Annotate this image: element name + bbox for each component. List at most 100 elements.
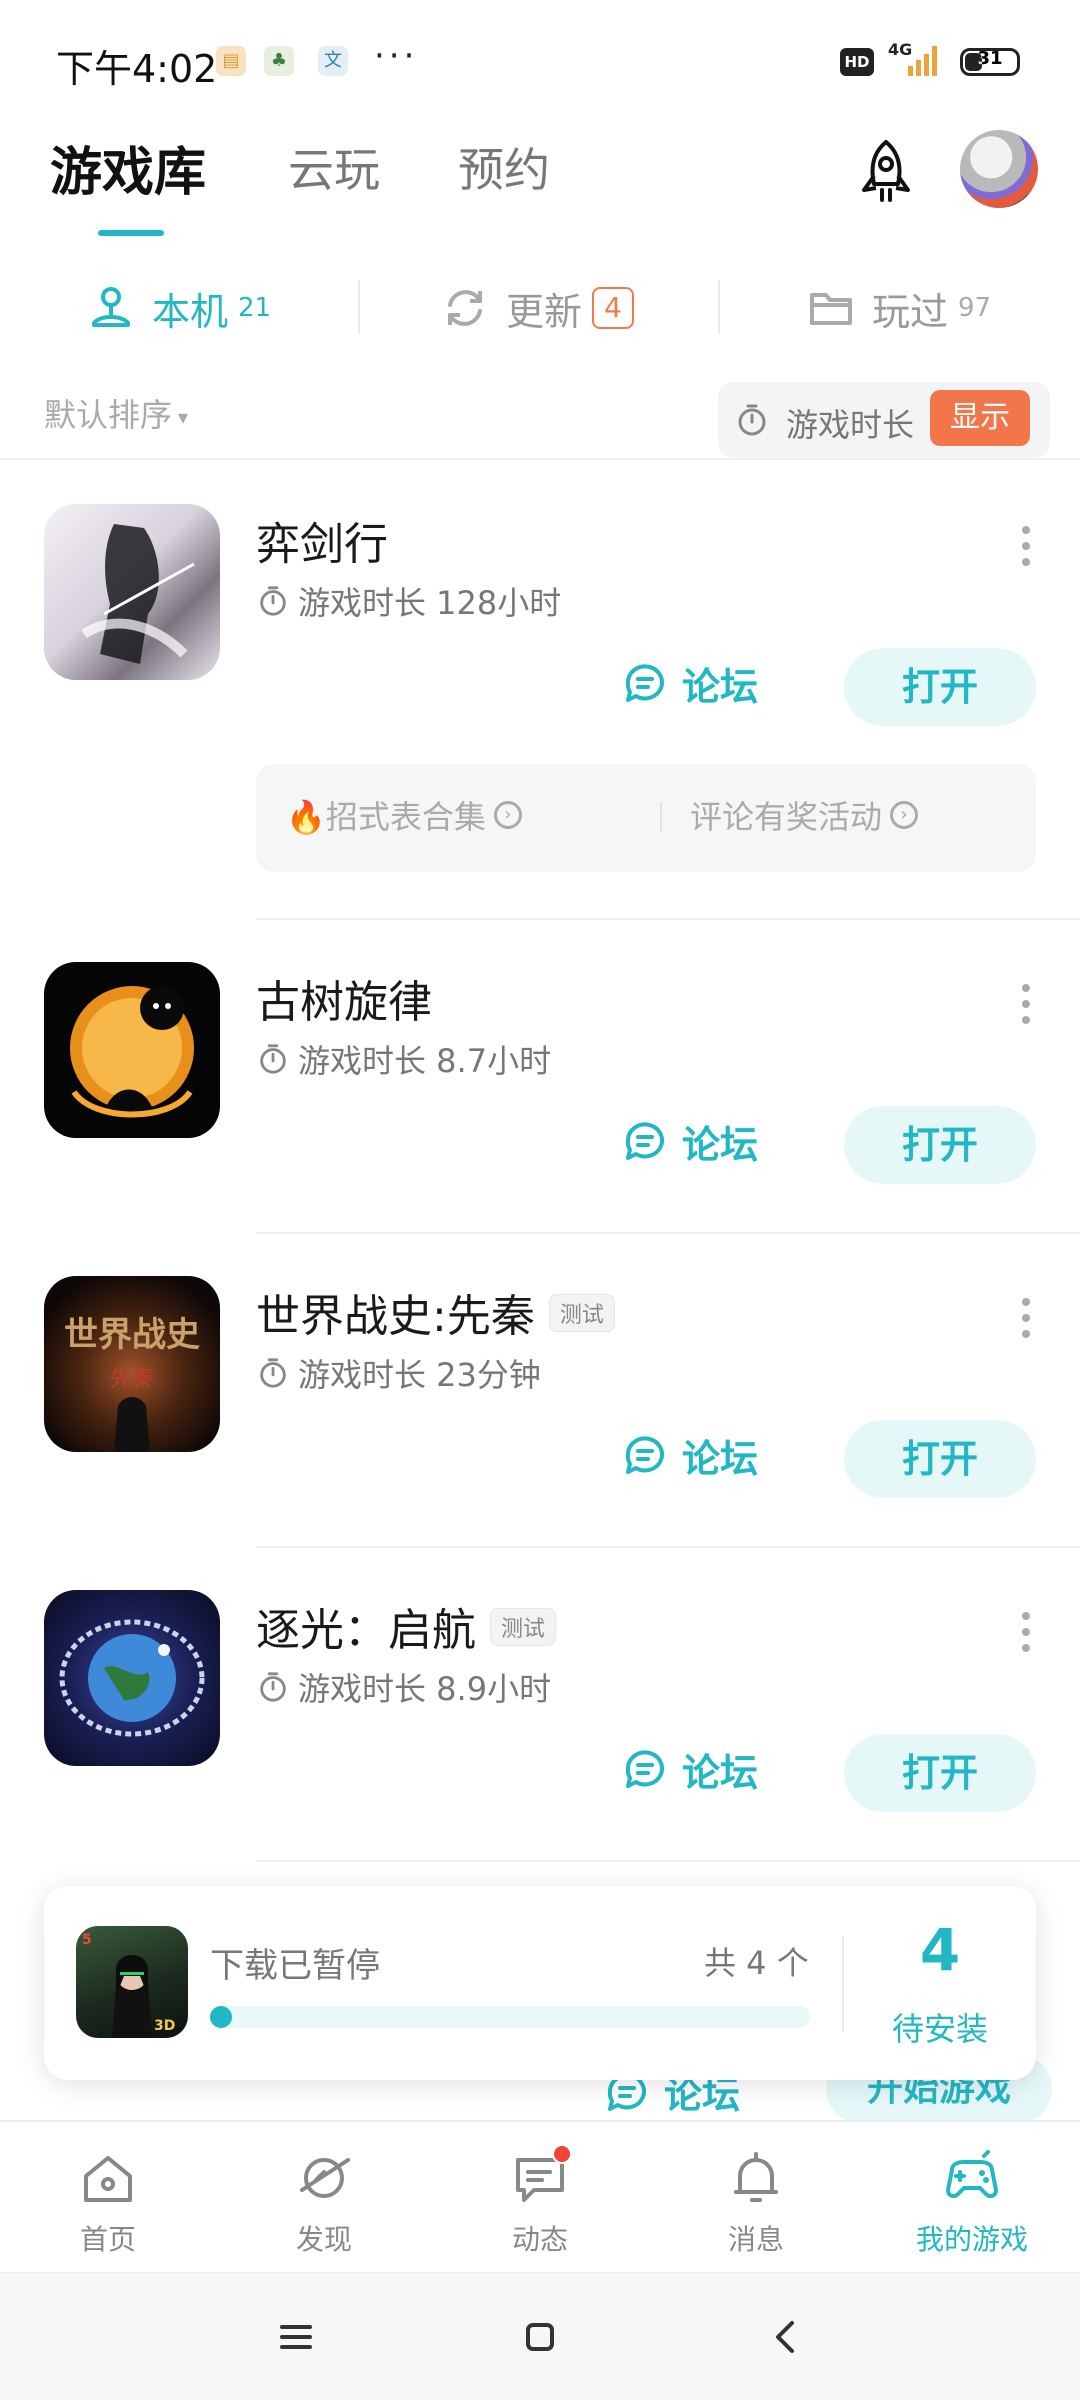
play-duration-toggle[interactable]: 游戏时长 显示 bbox=[718, 382, 1050, 458]
notification-app-icon: ♣ bbox=[264, 46, 294, 76]
battery-icon: 31 bbox=[960, 48, 1020, 76]
game-art bbox=[59, 1619, 205, 1737]
svg-text:世界战史: 世界战史 bbox=[64, 1315, 200, 1355]
signal-icon bbox=[908, 46, 937, 76]
game-activity-links: 🔥招式表合集 › 评论有奖活动 › bbox=[256, 764, 1036, 872]
stopwatch-icon bbox=[738, 404, 766, 436]
home-square-icon[interactable] bbox=[516, 2313, 564, 2361]
show-duration-button[interactable]: 显示 bbox=[930, 390, 1030, 446]
game-list-item: 世界战史 先秦 世界战史:先秦 测试 游戏时长 23分钟 论坛 打开 bbox=[0, 1276, 1080, 1536]
forum-button[interactable]: 论坛 bbox=[622, 1106, 758, 1176]
nav-messages[interactable]: 消息 bbox=[648, 2148, 864, 2258]
game-art bbox=[70, 986, 194, 1118]
forum-label: 论坛 bbox=[682, 1122, 759, 1167]
test-badge: 测试 bbox=[548, 1294, 615, 1332]
forum-label: 论坛 bbox=[682, 664, 759, 709]
stopwatch-icon bbox=[260, 1358, 286, 1388]
more-options-icon[interactable] bbox=[1014, 1608, 1038, 1656]
activity-link-comments[interactable]: 评论有奖活动 › bbox=[690, 792, 919, 838]
pending-install-count[interactable]: 4 bbox=[844, 1916, 1036, 1984]
game-art: 世界战史 先秦 bbox=[64, 1315, 200, 1452]
refresh-icon bbox=[448, 290, 482, 326]
game-icon-shijiezhanshi[interactable]: 世界战史 先秦 bbox=[44, 1276, 220, 1452]
open-game-button[interactable]: 打开 bbox=[844, 1106, 1036, 1184]
caret-down-icon: ▾ bbox=[178, 405, 189, 429]
divider bbox=[718, 280, 720, 334]
game-icon-zhuguang[interactable] bbox=[44, 1590, 220, 1766]
divider bbox=[358, 280, 360, 334]
bell-icon bbox=[734, 2152, 778, 2202]
game-name[interactable]: 弈剑行 bbox=[256, 508, 388, 572]
chevron-right-icon: › bbox=[493, 801, 522, 829]
sub-tab-bar: 本机 21 更新 4 玩过 97 bbox=[0, 268, 1080, 348]
stopwatch-icon bbox=[260, 1672, 286, 1702]
divider bbox=[256, 918, 1080, 920]
game-list-item: 古树旋律 游戏时长 8.7小时 论坛 打开 bbox=[0, 962, 1080, 1222]
forum-button[interactable]: 论坛 bbox=[622, 1420, 758, 1490]
tab-updates-label: 更新 bbox=[506, 289, 583, 334]
notification-app-icon: 文 bbox=[318, 46, 348, 76]
tab-played[interactable]: 玩过 97 bbox=[806, 268, 991, 348]
chat-bubble-icon bbox=[625, 1122, 664, 1160]
nav-discover[interactable]: 发现 bbox=[216, 2148, 432, 2258]
open-game-button[interactable]: 打开 bbox=[844, 1734, 1036, 1812]
open-game-button[interactable]: 打开 bbox=[844, 648, 1036, 726]
nav-feed[interactable]: 动态 bbox=[432, 2144, 648, 2258]
nav-home[interactable]: 首页 bbox=[0, 2148, 216, 2258]
svg-text:先秦: 先秦 bbox=[110, 1367, 154, 1392]
game-icon-gushuxuanlv[interactable] bbox=[44, 962, 220, 1138]
menu-icon[interactable] bbox=[272, 2313, 320, 2361]
chat-bubble-icon bbox=[625, 664, 664, 702]
game-icon-yijianxing[interactable] bbox=[44, 504, 220, 680]
download-progress-bar bbox=[210, 2006, 810, 2028]
game-time-text: 游戏时长 128小时 bbox=[298, 584, 562, 622]
nav-label: 动态 bbox=[511, 2223, 568, 2256]
game-play-time: 游戏时长 8.9小时 bbox=[256, 1664, 551, 1710]
test-badge: 测试 bbox=[490, 1608, 557, 1646]
stopwatch-icon bbox=[260, 586, 286, 616]
tab-played-label: 玩过 bbox=[872, 289, 949, 334]
open-game-button[interactable]: 打开 bbox=[844, 1420, 1036, 1498]
svg-text:3D: 3D bbox=[154, 2018, 175, 2034]
notification-dot bbox=[552, 2144, 572, 2164]
active-tab-indicator bbox=[98, 230, 164, 236]
chat-bubble-icon bbox=[625, 1436, 664, 1474]
game-name[interactable]: 世界战史:先秦 测试 bbox=[256, 1280, 615, 1344]
discover-icon bbox=[300, 2158, 350, 2198]
more-options-icon[interactable] bbox=[1014, 522, 1038, 570]
divider bbox=[256, 1232, 1080, 1234]
more-notifications-icon: ··· bbox=[374, 36, 419, 76]
nav-my-games[interactable]: 我的游戏 bbox=[864, 2148, 1080, 2258]
tab-played-count: 97 bbox=[958, 293, 992, 323]
game-art bbox=[81, 524, 195, 664]
status-bar: 下午4:02 ▤ ♣ 文 ··· HD 4G 31 bbox=[0, 0, 1080, 120]
game-list-item: 逐光：启航 测试 游戏时长 8.9小时 论坛 打开 bbox=[0, 1590, 1080, 1850]
avatar[interactable] bbox=[960, 130, 1038, 208]
game-name[interactable]: 古树旋律 bbox=[256, 966, 432, 1030]
download-status-card[interactable]: 3D 5 下载已暂停 共 4 个 4 待安装 bbox=[44, 1886, 1036, 2080]
tab-reservation[interactable]: 预约 bbox=[458, 134, 550, 200]
game-art: 3D 5 bbox=[82, 1932, 175, 2038]
tab-game-library[interactable]: 游戏库 bbox=[50, 130, 206, 205]
activity-link-moves[interactable]: 🔥招式表合集 › bbox=[286, 792, 522, 838]
downloading-game-icon: 3D 5 bbox=[76, 1926, 188, 2038]
system-navigation-bar bbox=[0, 2272, 1080, 2400]
pending-install-label[interactable]: 待安装 bbox=[844, 2004, 1036, 2050]
rocket-icon[interactable] bbox=[850, 136, 922, 208]
tab-local[interactable]: 本机 21 bbox=[86, 268, 271, 348]
sort-dropdown[interactable]: 默认排序 ▾ bbox=[44, 390, 188, 436]
tab-cloud-play[interactable]: 云玩 bbox=[288, 134, 380, 200]
battery-percent: 31 bbox=[977, 48, 1003, 69]
nav-label: 我的游戏 bbox=[915, 2223, 1028, 2256]
game-play-time: 游戏时长 8.7小时 bbox=[256, 1036, 551, 1082]
feed-icon-wrap bbox=[510, 2144, 572, 2208]
back-icon[interactable] bbox=[762, 2313, 810, 2361]
forum-button[interactable]: 论坛 bbox=[622, 648, 758, 718]
game-time-text: 游戏时长 23分钟 bbox=[298, 1356, 541, 1394]
more-options-icon[interactable] bbox=[1014, 1294, 1038, 1342]
game-name[interactable]: 逐光：启航 测试 bbox=[256, 1594, 557, 1658]
tab-updates[interactable]: 更新 4 bbox=[440, 268, 634, 348]
tab-local-count: 21 bbox=[238, 293, 272, 323]
more-options-icon[interactable] bbox=[1014, 980, 1038, 1028]
forum-button[interactable]: 论坛 bbox=[622, 1734, 758, 1804]
